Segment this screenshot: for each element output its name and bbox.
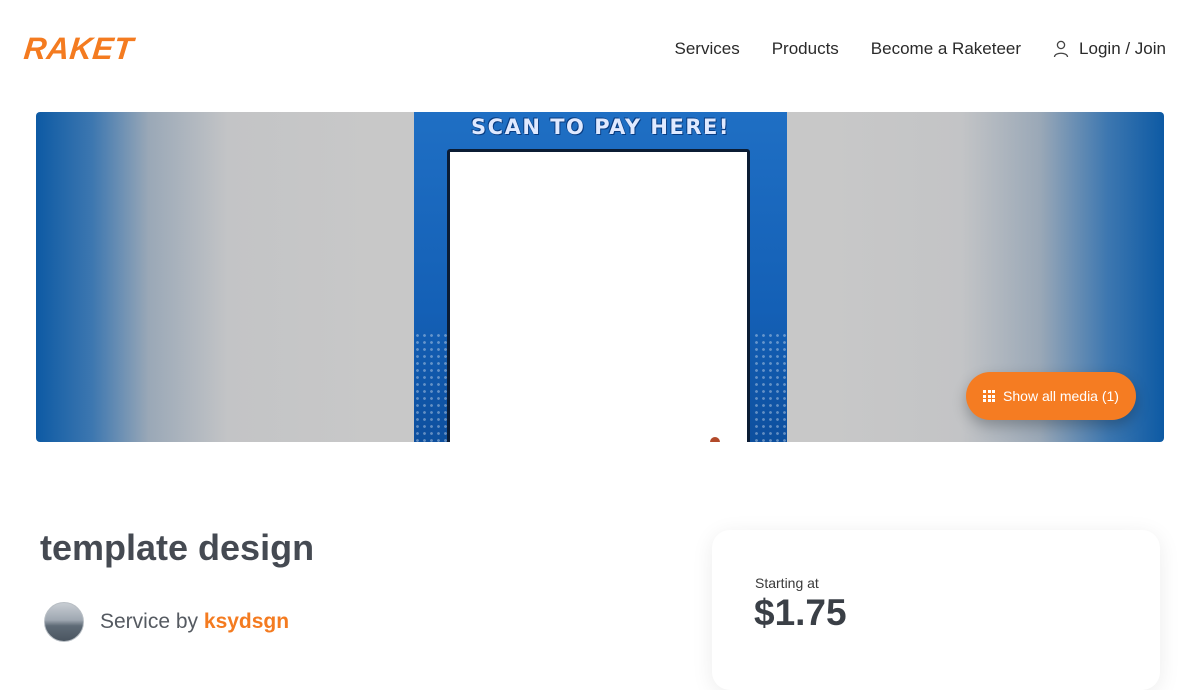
poster-dot-pattern-right	[753, 332, 787, 442]
user-icon	[1053, 40, 1069, 58]
poster-heading: SCAN TO PAY HERE!	[471, 115, 730, 139]
poster-qr-frame	[447, 149, 750, 442]
starting-at-label: Starting at	[755, 575, 819, 591]
seller-avatar[interactable]	[44, 602, 84, 642]
raket-logo[interactable]: RAKET	[22, 31, 135, 66]
nav-services[interactable]: Services	[675, 38, 740, 60]
show-all-media-button[interactable]: Show all media (1)	[966, 372, 1136, 420]
poster-mark	[710, 437, 720, 442]
price-value: $1.75	[754, 592, 847, 633]
nav-become-raketeer[interactable]: Become a Raketeer	[871, 38, 1021, 60]
price-card: Starting at $1.75	[712, 530, 1160, 690]
login-join-link[interactable]: Login / Join	[1053, 38, 1166, 60]
login-join-label: Login / Join	[1079, 39, 1166, 58]
site-header: RAKET Services Products Become a Raketee…	[0, 0, 1200, 100]
main-nav: Services Products Become a Raketeer Logi…	[675, 38, 1166, 60]
nav-products[interactable]: Products	[772, 38, 839, 60]
media-banner[interactable]: SCAN TO PAY HERE! Show all media (1)	[36, 112, 1164, 442]
show-all-media-label: Show all media (1)	[1003, 388, 1119, 404]
listing-media-image[interactable]: SCAN TO PAY HERE!	[414, 112, 787, 442]
listing-title: template design	[40, 527, 315, 568]
grid-icon	[983, 390, 996, 402]
service-by-row: Service by ksydsgn	[44, 602, 289, 642]
poster-dot-pattern-left	[414, 332, 448, 442]
